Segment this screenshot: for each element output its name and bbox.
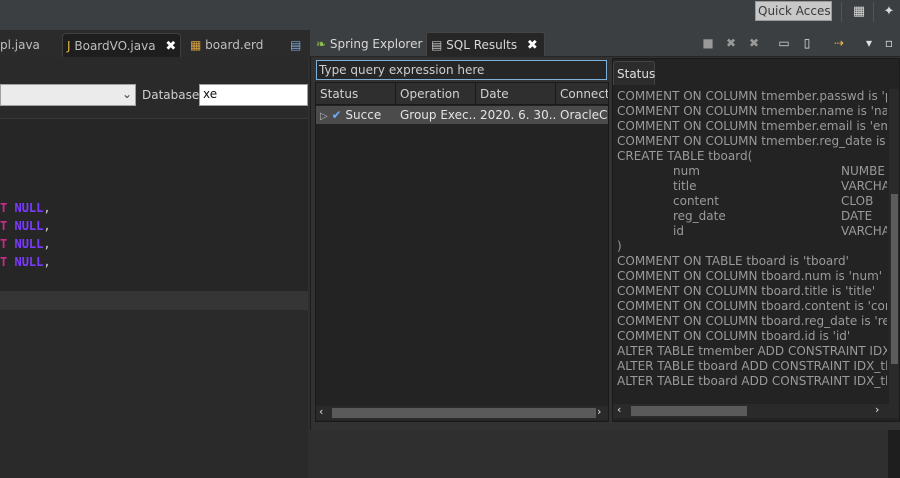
column-header[interactable]: Date xyxy=(476,83,556,105)
database-label: Database: xyxy=(142,88,204,102)
connection-cell: OracleCo xyxy=(560,108,608,122)
chevron-down-icon: ⌄ xyxy=(121,87,132,101)
editor-bottom-bar xyxy=(0,291,308,310)
tab-status[interactable]: Status xyxy=(613,61,655,85)
horizontal-scrollbar[interactable]: ‹ › xyxy=(613,403,899,418)
java-file-icon: J xyxy=(67,39,71,53)
scrollbar-thumb[interactable] xyxy=(332,408,596,418)
scrollbar-thumb[interactable] xyxy=(891,194,898,364)
close-icon[interactable]: ✖ xyxy=(165,39,176,54)
view-menu-icon[interactable]: ▾ xyxy=(860,34,878,52)
code-line: T NULL, xyxy=(0,237,51,251)
tab-label: pl.java xyxy=(0,38,40,52)
toolbar-separator xyxy=(841,2,842,22)
column-header[interactable]: Operation xyxy=(396,83,476,105)
horizontal-scrollbar[interactable]: ‹ › xyxy=(316,405,608,420)
spring-leaf-icon: ❧ xyxy=(316,37,327,51)
toolbar-separator xyxy=(873,2,874,22)
table-icon: ▤ xyxy=(431,38,443,52)
tab-label: Spring Explorer xyxy=(329,37,423,51)
table-row[interactable]: ▷ ✔ Succe Group Exec... 2020. 6. 30... O… xyxy=(316,106,608,124)
scroll-left-icon[interactable]: ‹ xyxy=(319,405,323,418)
query-input[interactable] xyxy=(316,60,607,80)
operation-cell: Group Exec... xyxy=(400,108,476,122)
display-icon[interactable]: ▭ xyxy=(775,34,793,52)
status-text: COMMENT ON COLUMN tmember.passwd is 'pa … xyxy=(617,89,887,388)
code-editor[interactable]: T NULL, T NULL, T NULL, T NULL, xyxy=(0,118,308,291)
remove-all-icon[interactable]: ✖ xyxy=(745,34,763,52)
tab-sql-results[interactable]: ▤ SQL Results ✖ xyxy=(426,32,545,56)
arrow-right-icon[interactable]: ⇢ xyxy=(830,34,848,52)
code-line: T NULL, xyxy=(0,201,51,215)
minimize-icon[interactable]: ▫ xyxy=(880,34,898,52)
results-header: Status Operation Date Connecti xyxy=(316,83,608,105)
code-line: T NULL, xyxy=(0,255,51,269)
scroll-strip xyxy=(888,425,900,478)
open-perspective-icon[interactable]: ▦ xyxy=(849,2,869,22)
expand-icon[interactable]: ▷ xyxy=(320,111,328,122)
column-header[interactable]: Connecti xyxy=(556,83,608,105)
tab-board-erd[interactable]: ▦ board.erd xyxy=(190,33,263,57)
tab-spring-explorer[interactable]: ❧ Spring Explorer xyxy=(316,32,422,56)
status-cell: ▷ ✔ Succe xyxy=(320,108,382,122)
quick-access-field[interactable]: Quick Access xyxy=(755,1,832,21)
results-table: Status Operation Date Connecti ▷ ✔ Succe… xyxy=(315,82,609,422)
tab-boardvo-java[interactable]: J BoardVO.java ✖ xyxy=(62,33,182,57)
success-check-icon: ✔ xyxy=(331,108,342,122)
tab-overflow-icon[interactable]: ▤ xyxy=(290,33,301,57)
export-icon[interactable]: ▯ xyxy=(798,34,816,52)
vertical-scrollbar[interactable] xyxy=(889,89,899,409)
tab-label: BoardVO.java xyxy=(74,39,156,53)
database-field[interactable]: xe xyxy=(199,84,308,106)
code-line: T NULL, xyxy=(0,219,51,233)
scroll-right-icon[interactable]: › xyxy=(597,405,601,418)
close-icon[interactable]: ✖ xyxy=(527,38,538,53)
perspective-icon[interactable]: ✦ xyxy=(879,2,899,22)
erd-file-icon: ▦ xyxy=(190,38,202,52)
date-cell: 2020. 6. 30... xyxy=(480,108,556,122)
column-header[interactable]: Status xyxy=(316,83,396,105)
scroll-left-icon[interactable]: ‹ xyxy=(617,403,621,416)
connection-combo[interactable]: ⌄ xyxy=(0,84,136,106)
scrollbar-thumb[interactable] xyxy=(631,406,747,416)
tab-label: SQL Results xyxy=(446,38,518,52)
scroll-right-icon[interactable]: › xyxy=(875,403,879,416)
stop-icon[interactable]: ■ xyxy=(699,34,717,52)
editor-tab-bar: pl.java J BoardVO.java ✖ ▦ board.erd ▤ xyxy=(0,30,310,58)
tab-pl-java[interactable]: pl.java xyxy=(0,33,40,57)
status-pane: Status COMMENT ON COLUMN tmember.passwd … xyxy=(612,58,900,422)
remove-icon[interactable]: ✖ xyxy=(722,34,740,52)
tab-label: board.erd xyxy=(205,38,264,52)
